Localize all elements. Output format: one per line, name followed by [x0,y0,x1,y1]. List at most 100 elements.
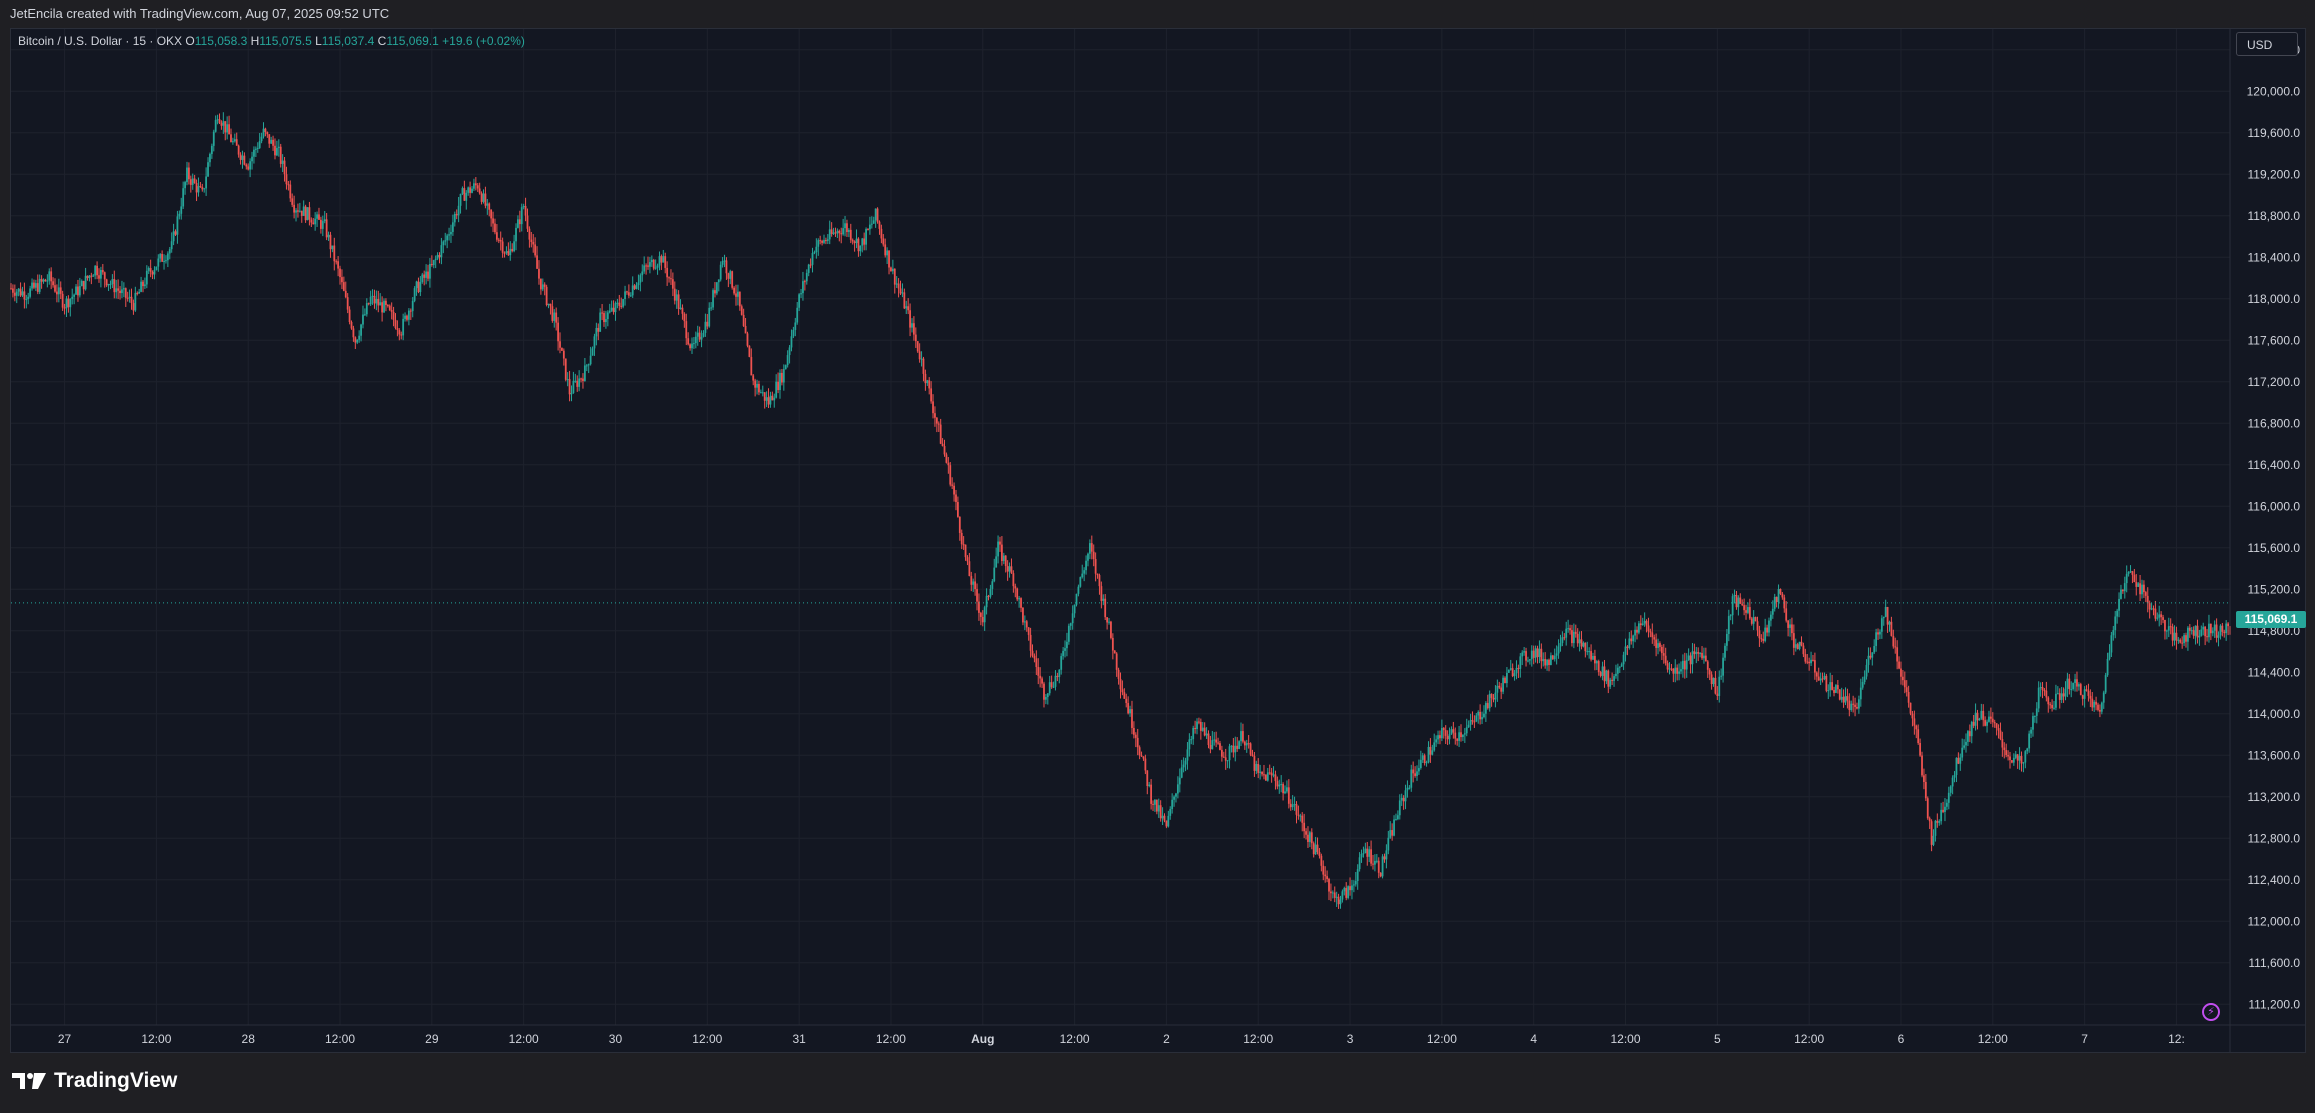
candle-body [1823,675,1826,680]
candle-body [222,121,225,126]
candle-body [2100,702,2103,712]
candle-body [846,223,848,233]
time-axis[interactable]: 27 12:00 28 12:00 29 12:00 30 12:00 31 12:00 Aug 12… [58,1032,2185,1046]
candle-body [1768,620,1770,633]
candle-body [1561,637,1564,644]
candle-body [773,397,776,401]
candle-body [939,424,942,444]
ohlc-legend[interactable]: Bitcoin / U.S. Dollar · 15 · OKX O115,05… [18,34,525,48]
candle-body [1427,746,1430,763]
candle-body [1370,849,1372,864]
candle-body [1829,682,1832,691]
candle-body [1894,646,1897,648]
candle-body [189,179,192,185]
candle-body [140,281,142,292]
candle-body [407,310,410,320]
candle-body [1276,781,1279,787]
candle-body [203,188,206,190]
candle-body [647,265,649,267]
candle-body [210,145,213,155]
candle-body [1289,803,1292,808]
candlestick-chart[interactable]: 120,400.0120,000.0119,600.0119,200.0118,… [0,0,2315,1113]
candle-body [1333,892,1336,898]
candle-body [937,423,940,425]
candle-body [1220,749,1223,757]
candle-body [459,193,462,206]
symbol-label[interactable]: Bitcoin / U.S. Dollar · 15 · OKX [18,34,182,48]
candle-body [260,136,263,142]
candle-body [520,207,523,225]
candle-body [438,254,441,258]
x-tick-label: 7 [2081,1032,2088,1046]
candle-body [1819,678,1822,681]
candle-body [1230,745,1233,747]
candle-body [2123,583,2126,592]
candle-body [1875,632,1878,646]
currency-button[interactable]: USD [2236,32,2298,56]
candle-body [1002,555,1005,561]
candle-body [2049,704,2052,706]
candle-body [2016,754,2019,761]
candle-body [572,380,575,394]
candle-body [964,544,967,558]
candle-body [1716,693,1719,697]
candle-body [1706,661,1709,670]
candle-body [1538,648,1541,658]
lightning-bolt-icon[interactable]: ⚡ [2202,1003,2220,1021]
candle-body [844,223,846,229]
candle-body [371,295,374,297]
candle-body [2024,751,2027,763]
candle-body [2068,678,2071,690]
candle-body [901,292,904,294]
candle-body [1528,659,1531,661]
candle-body [1211,740,1214,750]
candle-body [2076,679,2078,687]
candle-body [526,215,529,229]
price-axis[interactable]: 120,400.0120,000.0119,600.0119,200.0118,… [2247,43,2301,1012]
candle-body [354,337,357,343]
candle-body [1850,703,1853,711]
candle-body [1006,565,1009,572]
candle-body [505,251,508,254]
candle-body [566,379,569,381]
candle-body [1131,709,1133,728]
candle-body [882,238,885,245]
candle-body [19,288,22,296]
candle-body [677,294,680,309]
candle-body [1588,651,1591,653]
candle-body [415,281,418,289]
candle-body [1486,703,1489,709]
candle-body [2116,610,2119,617]
brand[interactable]: TradingView [12,1069,177,1093]
candle-body [191,178,194,185]
candle-body [157,258,160,267]
candle-body [561,347,563,351]
candle-body [492,218,494,224]
candle-body [1429,746,1432,755]
candle-body [304,206,307,221]
candle-body [1856,706,1858,709]
candle-body [145,270,148,285]
candle-body [1835,685,1837,693]
candle-body [1058,669,1061,678]
candle-body [427,271,429,279]
candle-body [802,281,804,294]
candle-body [1027,627,1030,635]
candle-body [385,300,387,305]
candle-body [1630,638,1633,642]
candle-body [907,306,910,311]
candle-body [1463,733,1466,735]
candle-body [1745,610,1747,613]
candle-body [1949,786,1952,793]
candle-body [543,284,546,287]
candle-body [471,188,473,193]
x-tick-label: 28 [242,1032,256,1046]
candle-body [905,306,908,309]
candle-body [174,231,177,235]
candle-body [872,220,875,224]
candle-body [1898,661,1900,669]
candle-body [1096,573,1099,576]
candle-body [362,314,364,325]
candle-body [591,348,594,356]
candle-body [1676,667,1679,674]
